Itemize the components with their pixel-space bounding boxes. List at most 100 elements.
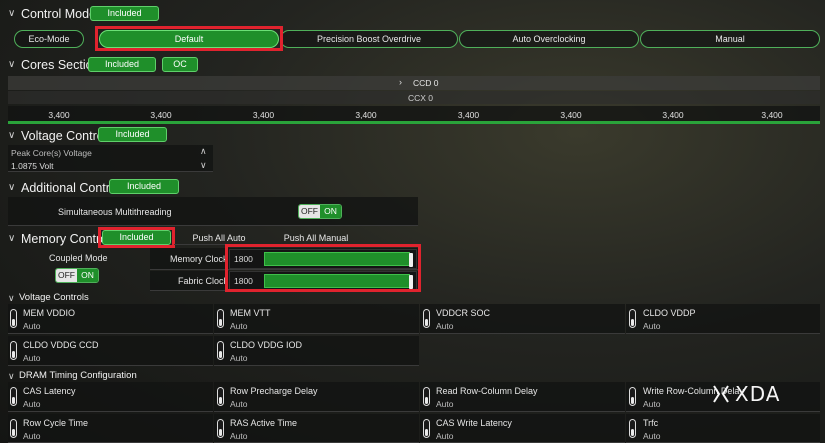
slider-knob-icon[interactable]: [423, 419, 430, 438]
slider-knob-icon[interactable]: [10, 341, 17, 360]
smt-label: Simultaneous Multithreading: [58, 207, 172, 217]
timing-item-value: Auto: [643, 399, 661, 409]
decrement-icon[interactable]: ∨: [200, 160, 207, 171]
coupled-mode-toggle[interactable]: OFF ON: [55, 268, 99, 283]
core-frequency: 3,400: [355, 110, 377, 120]
voltage-item-name: VDDCR SOC: [436, 308, 491, 318]
voltage-control-title: Voltage Control: [21, 129, 107, 143]
timing-item-value: Auto: [436, 399, 454, 409]
voltage-item-name: CLDO VDDG IOD: [230, 340, 303, 350]
fabric-clock-fill: [264, 274, 410, 288]
core-frequency: 3,400: [252, 110, 275, 120]
timing-item-name: RAS Active Time: [230, 418, 298, 428]
eco-mode-button[interactable]: Eco-Mode: [14, 30, 84, 48]
additional-control-title: Additional Control: [21, 181, 120, 195]
peak-voltage-label: Peak Core(s) Voltage: [11, 148, 92, 158]
voltage-item-value: Auto: [230, 353, 248, 363]
timing-item-name: Read Row-Column Delay: [436, 386, 538, 396]
timing-item-name: Row Precharge Delay: [230, 386, 318, 396]
slider-knob-icon[interactable]: [10, 309, 17, 328]
chevron-right-icon: ›: [399, 77, 402, 87]
peak-voltage-value: 1.0875 Volt: [11, 161, 54, 171]
smt-toggle[interactable]: OFF ON: [298, 204, 342, 219]
tab-manual[interactable]: Manual: [640, 30, 820, 48]
voltage-item-value: Auto: [643, 321, 661, 331]
core-frequency-bar: [8, 121, 820, 124]
memory-clock-fill: [264, 252, 410, 266]
ccx-label: CCX 0: [408, 93, 434, 103]
fabric-clock-label: Fabric Clock: [178, 276, 229, 286]
slider-handle[interactable]: [409, 275, 413, 289]
voltage-item-value: Auto: [23, 321, 41, 331]
voltage-item-value: Auto: [436, 321, 454, 331]
dram-timing-title: DRAM Timing Configuration: [19, 370, 137, 381]
memory-clock-value: 1800: [234, 254, 253, 264]
cores-section-included-badge: Included: [88, 57, 156, 72]
tab-precision-boost-overdrive[interactable]: Precision Boost Overdrive: [280, 30, 458, 48]
fabric-clock-value: 1800: [234, 276, 253, 286]
timing-item-value: Auto: [230, 399, 248, 409]
tab-default[interactable]: Default: [99, 30, 279, 48]
collapse-chevron-icon[interactable]: ∨: [8, 131, 18, 141]
core-frequency: 3,400: [48, 110, 70, 120]
timing-item-value: Auto: [436, 431, 454, 441]
core-frequency: 3,400: [662, 110, 684, 120]
timing-item-value: Auto: [230, 431, 248, 441]
slider-knob-icon[interactable]: [423, 309, 430, 328]
push-all-manual-button[interactable]: Push All Manual: [266, 231, 366, 245]
toggle-on: ON: [77, 269, 98, 282]
slider-knob-icon[interactable]: [629, 309, 636, 328]
voltage-item-value: Auto: [23, 353, 41, 363]
collapse-chevron-icon[interactable]: ∨: [8, 371, 18, 381]
coupled-mode-label: Coupled Mode: [49, 253, 108, 263]
voltage-item-name: CLDO VDDG CCD: [23, 340, 99, 350]
slider-knob-icon[interactable]: [217, 419, 224, 438]
voltage-controls-title: Voltage Controls: [19, 292, 89, 303]
memory-clock-slider[interactable]: 1800: [229, 249, 417, 269]
additional-control-included-badge: Included: [109, 179, 179, 194]
slider-knob-icon[interactable]: [217, 309, 224, 328]
control-mode-title: Control Mode: [21, 7, 97, 21]
collapse-chevron-icon[interactable]: ∨: [8, 183, 18, 193]
toggle-off: OFF: [56, 269, 77, 282]
slider-knob-icon[interactable]: [217, 341, 224, 360]
push-all-auto-button[interactable]: Push All Auto: [174, 231, 264, 245]
toggle-off: OFF: [299, 205, 320, 218]
slider-knob-icon[interactable]: [629, 387, 636, 406]
memory-clock-label: Memory Clock: [170, 254, 228, 264]
core-frequency: 3,400: [761, 110, 783, 120]
voltage-item-name: MEM VTT: [230, 308, 271, 318]
voltage-item-value: Auto: [230, 321, 248, 331]
timing-item-name: CAS Latency: [23, 386, 76, 396]
timing-item-name: CAS Write Latency: [436, 418, 512, 428]
slider-knob-icon[interactable]: [423, 387, 430, 406]
slider-knob-icon[interactable]: [10, 387, 17, 406]
collapse-chevron-icon[interactable]: ∨: [8, 60, 18, 70]
slider-knob-icon[interactable]: [217, 387, 224, 406]
voltage-control-included-badge: Included: [98, 127, 167, 142]
xda-logo-icon: [712, 385, 730, 403]
tab-auto-overclocking[interactable]: Auto Overclocking: [459, 30, 639, 48]
timing-item-value: Auto: [643, 431, 661, 441]
xda-watermark: XDA: [735, 382, 781, 406]
core-frequency: 3,400: [457, 110, 480, 120]
collapse-chevron-icon[interactable]: ∨: [8, 9, 18, 19]
slider-handle[interactable]: [409, 253, 413, 267]
oc-badge[interactable]: OC: [162, 57, 198, 72]
slider-knob-icon[interactable]: [629, 419, 636, 438]
toggle-on: ON: [320, 205, 341, 218]
voltage-item-name: MEM VDDIO: [23, 308, 76, 318]
timing-item-value: Auto: [23, 399, 41, 409]
core-frequency: 3,400: [150, 110, 172, 120]
increment-icon[interactable]: ∧: [200, 146, 207, 157]
slider-knob-icon[interactable]: [10, 419, 17, 438]
collapse-chevron-icon[interactable]: ∨: [8, 234, 18, 244]
collapse-chevron-icon[interactable]: ∨: [8, 293, 18, 303]
memory-control-included-badge: Included: [102, 230, 171, 245]
timing-item-value: Auto: [23, 431, 41, 441]
timing-item-name: Row Cycle Time: [23, 418, 89, 428]
core-frequency: 3,400: [560, 110, 582, 120]
ccd-label: CCD 0: [413, 78, 439, 88]
voltage-item-name: CLDO VDDP: [643, 308, 696, 318]
fabric-clock-slider[interactable]: 1800: [229, 271, 417, 291]
